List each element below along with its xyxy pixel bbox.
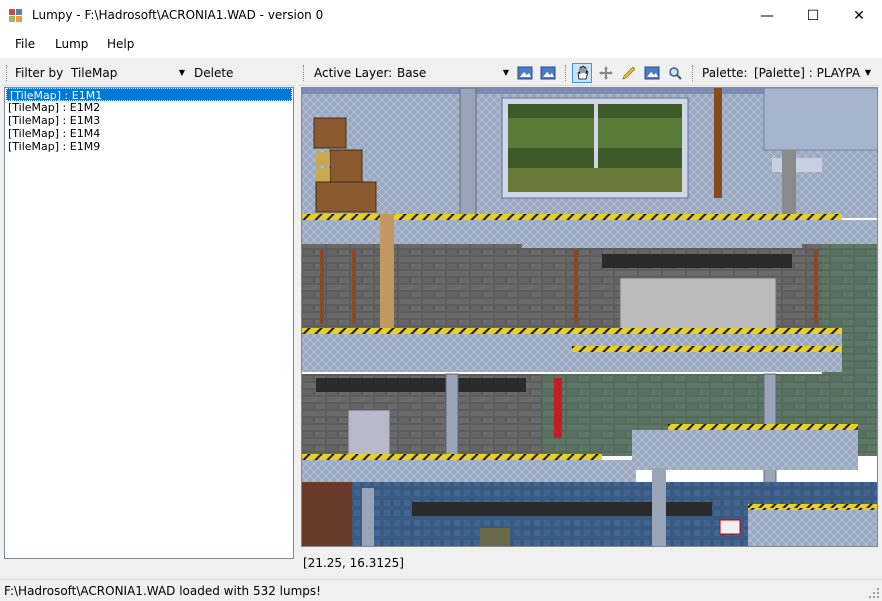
image-icon xyxy=(644,66,660,80)
hand-tool-button[interactable] xyxy=(572,63,592,83)
filter-toolbar: Filter by TileMap ▼ Delete xyxy=(2,60,294,86)
tilemap-view[interactable] xyxy=(302,88,878,547)
filter-dropdown[interactable]: TileMap ▼ xyxy=(68,63,188,83)
filter-value: TileMap xyxy=(71,66,118,80)
palette-dropdown[interactable]: [Palette] : PLAYPA ▼ xyxy=(751,63,874,83)
pencil-tool-button[interactable] xyxy=(619,63,639,83)
lump-list-item[interactable]: [TileMap] : E1M2 xyxy=(5,101,293,114)
active-layer-label: Active Layer: xyxy=(314,66,393,80)
palette-value: [Palette] : PLAYPA xyxy=(754,66,861,80)
map-canvas[interactable] xyxy=(301,87,878,547)
image-button-1[interactable] xyxy=(515,63,535,83)
pencil-icon xyxy=(622,66,636,80)
toolbar-separator xyxy=(565,65,568,81)
toolbar-grip[interactable] xyxy=(6,65,9,81)
editor-panel: Active Layer: Base ▼ Palette: [Palette] … xyxy=(299,60,880,575)
magnifier-icon xyxy=(669,67,682,80)
fill-tool-button[interactable] xyxy=(642,63,662,83)
image-icon xyxy=(540,66,556,80)
hand-icon xyxy=(577,65,589,80)
active-layer-dropdown[interactable]: Base ▼ xyxy=(394,63,512,83)
status-bar: F:\Hadrosoft\ACRONIA1.WAD loaded with 53… xyxy=(0,579,882,601)
resize-grip-icon[interactable] xyxy=(868,587,880,599)
lump-list-item[interactable]: [TileMap] : E1M3 xyxy=(5,114,293,127)
cursor-coords: [21.25, 16.3125] xyxy=(303,556,404,570)
window-title: Lumpy - F:\Hadrosoft\ACRONIA1.WAD - vers… xyxy=(32,8,324,22)
crate-tile xyxy=(313,117,347,149)
menu-file[interactable]: File xyxy=(15,37,35,51)
move-icon xyxy=(599,66,613,80)
status-text: F:\Hadrosoft\ACRONIA1.WAD loaded with 53… xyxy=(4,584,321,598)
close-icon: ✕ xyxy=(853,7,865,24)
chevron-down-icon: ▼ xyxy=(502,68,509,77)
lump-list[interactable]: [TileMap] : E1M1 [TileMap] : E1M2 [TileMap… xyxy=(4,87,294,559)
image-icon xyxy=(517,66,533,80)
ladder-tile xyxy=(380,214,394,329)
splitter[interactable] xyxy=(295,60,298,560)
maximize-button[interactable]: ☐ xyxy=(790,0,836,31)
title-bar: Lumpy - F:\Hadrosoft\ACRONIA1.WAD - vers… xyxy=(0,0,882,31)
editor-toolbar: Active Layer: Base ▼ Palette: [Palette] … xyxy=(299,60,880,86)
filter-label: Filter by xyxy=(15,66,64,80)
toolbar-grip[interactable] xyxy=(303,65,306,81)
lump-list-item[interactable]: [TileMap] : E1M4 xyxy=(5,127,293,140)
maximize-icon: ☐ xyxy=(806,7,820,24)
app-icon xyxy=(9,9,22,22)
move-tool-button[interactable] xyxy=(596,63,616,83)
lump-list-item[interactable]: [TileMap] : E1M1 xyxy=(6,88,292,102)
menu-bar: File Lump Help xyxy=(0,31,882,58)
minimize-button[interactable]: — xyxy=(744,0,790,31)
lump-list-item[interactable]: [TileMap] : E1M9 xyxy=(5,140,293,153)
palette-label: Palette: xyxy=(702,66,748,80)
chevron-down-icon: ▼ xyxy=(862,63,871,83)
menu-help[interactable]: Help xyxy=(107,37,134,51)
active-layer-value: Base xyxy=(397,66,427,80)
close-button[interactable]: ✕ xyxy=(836,0,882,31)
lump-panel: Filter by TileMap ▼ Delete [TileMap] : E… xyxy=(2,60,294,560)
toolbar-separator xyxy=(692,65,695,81)
image-button-2[interactable] xyxy=(538,63,558,83)
chevron-down-icon: ▼ xyxy=(178,68,185,77)
zoom-tool-button[interactable] xyxy=(665,63,685,83)
minimize-icon: — xyxy=(760,7,774,24)
menu-lump[interactable]: Lump xyxy=(55,37,88,51)
delete-button[interactable]: Delete xyxy=(194,66,233,80)
